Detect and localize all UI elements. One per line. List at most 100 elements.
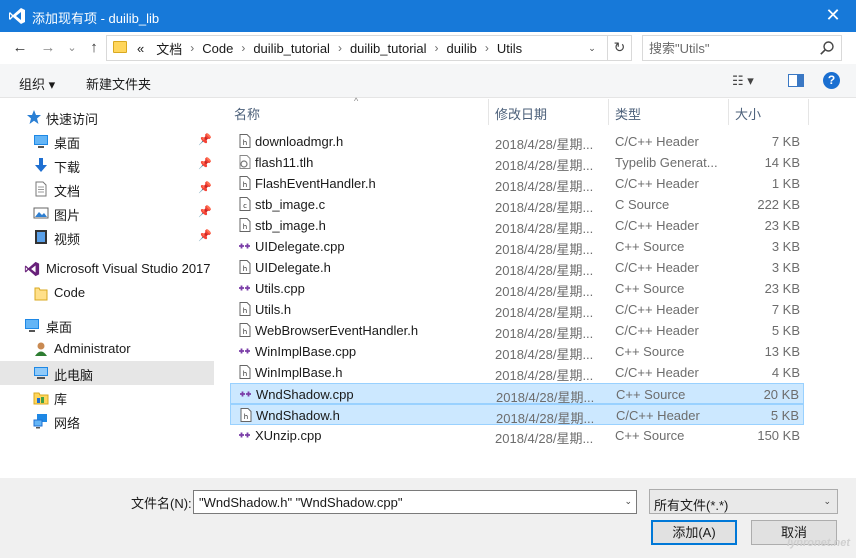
back-arrow-icon[interactable]: ← bbox=[10, 38, 30, 58]
file-row[interactable]: c stb_image.c 2018/4/28/星期... C Source 222 K… bbox=[230, 194, 804, 215]
file-row[interactable]: h FlashEventHandler.h 2018/4/28/星期... C/C++… bbox=[230, 173, 804, 194]
chevron-right-icon[interactable]: › bbox=[483, 41, 491, 55]
pin-icon[interactable]: 📌 bbox=[198, 157, 212, 170]
file-row[interactable]: WinImplBase.cpp 2018/4/28/星期... C++ Source… bbox=[230, 341, 804, 362]
breadcrumb-item[interactable]: duilib_tutorial bbox=[247, 41, 336, 56]
cpp-source-file-icon bbox=[238, 344, 252, 358]
organize-button[interactable]: 组织 ▾ bbox=[19, 74, 55, 93]
visual-studio-icon bbox=[24, 261, 40, 277]
column-divider[interactable] bbox=[808, 99, 809, 125]
file-date: 2018/4/28/星期... bbox=[495, 179, 594, 194]
file-type: Typelib Generat... bbox=[615, 155, 718, 170]
file-date: 2018/4/28/星期... bbox=[495, 263, 594, 278]
svg-text:c: c bbox=[243, 202, 247, 210]
video-icon bbox=[35, 230, 47, 244]
pin-icon[interactable]: 📌 bbox=[198, 133, 212, 146]
column-label: 类型 bbox=[615, 107, 642, 122]
sidebar-item-videos[interactable]: 视频 📌 bbox=[0, 225, 214, 249]
breadcrumb-item[interactable]: duilib_tutorial bbox=[344, 41, 433, 56]
sidebar-item-pictures[interactable]: 图片 📌 bbox=[0, 201, 214, 225]
file-row[interactable]: flash11.tlh 2018/4/28/星期... Typelib Genera… bbox=[230, 152, 804, 173]
header-file-icon: h bbox=[238, 365, 252, 379]
file-type: C++ Source bbox=[615, 428, 685, 443]
file-type: C/C++ Header bbox=[615, 260, 699, 275]
chevron-down-icon[interactable]: ⌄ bbox=[583, 36, 601, 60]
add-button[interactable]: 添加(A) bbox=[651, 520, 737, 545]
chevron-right-icon[interactable]: › bbox=[188, 41, 196, 55]
file-row[interactable]: WndShadow.cpp 2018/4/28/星期... C++ Source 20… bbox=[230, 383, 804, 405]
sidebar-item-desktop-root[interactable]: 桌面 bbox=[0, 313, 214, 337]
sidebar-item-desktop[interactable]: 桌面 📌 bbox=[0, 129, 214, 153]
sidebar-item-label: Code bbox=[54, 285, 86, 300]
close-button[interactable]: ✕ bbox=[810, 0, 856, 32]
sidebar-item-downloads[interactable]: 下载 📌 bbox=[0, 153, 214, 177]
file-size: 3 KB bbox=[771, 239, 800, 254]
sidebar-item-label: 快速访问 bbox=[46, 112, 99, 127]
forward-arrow-icon[interactable]: → bbox=[38, 38, 58, 58]
header-file-icon: h bbox=[238, 218, 252, 232]
refresh-icon[interactable]: ↻ bbox=[607, 36, 631, 60]
file-name: Utils.h bbox=[255, 302, 292, 317]
sidebar-item-quick-access[interactable]: 快速访问 bbox=[0, 105, 214, 129]
file-row[interactable]: h stb_image.h 2018/4/28/星期... C/C++ Header 2… bbox=[230, 215, 804, 236]
pin-icon[interactable]: 📌 bbox=[198, 205, 212, 218]
network-icon bbox=[33, 414, 47, 429]
file-type: C/C++ Header bbox=[616, 408, 700, 423]
chevron-right-icon[interactable]: › bbox=[239, 41, 247, 55]
svg-text:h: h bbox=[243, 181, 247, 189]
up-arrow-icon[interactable]: ↑ bbox=[84, 38, 104, 58]
sidebar-item-visual-studio[interactable]: Microsoft Visual Studio 2017 bbox=[0, 257, 214, 281]
sidebar-item-label: 图片 bbox=[54, 208, 81, 223]
command-toolbar: 组织 ▾ 新建文件夹 ☷ ▾ ? bbox=[0, 64, 856, 98]
column-header-name[interactable]: 名称 bbox=[222, 99, 488, 125]
file-row[interactable]: h WinImplBase.h 2018/4/28/星期... C/C++ Heade… bbox=[230, 362, 804, 383]
file-type: C/C++ Header bbox=[615, 134, 699, 149]
file-type-select[interactable]: 所有文件(*.*) ⌄ bbox=[649, 489, 838, 514]
breadcrumb-item[interactable]: Code bbox=[196, 41, 239, 56]
preview-pane-icon[interactable] bbox=[788, 74, 804, 87]
new-folder-button[interactable]: 新建文件夹 bbox=[86, 74, 151, 93]
file-row[interactable]: h WndShadow.h 2018/4/28/星期... C/C++ Header 5… bbox=[230, 404, 804, 426]
column-header-date[interactable]: 修改日期 bbox=[489, 99, 608, 125]
sidebar-item-administrator[interactable]: Administrator bbox=[0, 337, 214, 361]
pin-icon[interactable]: 📌 bbox=[198, 181, 212, 194]
svg-text:h: h bbox=[243, 223, 247, 231]
file-row[interactable]: h downloadmgr.h 2018/4/28/星期... C/C++ Heade… bbox=[230, 131, 804, 152]
sidebar-item-network[interactable]: 网络 bbox=[0, 409, 214, 433]
header-file-icon: h bbox=[238, 176, 252, 190]
view-options-button[interactable]: ☷ ▾ bbox=[732, 73, 754, 89]
filename-input[interactable]: "WndShadow.h" "WndShadow.cpp" ⌄ bbox=[193, 490, 637, 514]
breadcrumb-item[interactable]: duilib bbox=[441, 41, 483, 56]
breadcrumb-overflow[interactable]: « bbox=[131, 41, 150, 56]
breadcrumb-item[interactable]: Utils bbox=[491, 41, 528, 56]
sidebar-item-code[interactable]: Code bbox=[0, 281, 214, 305]
svg-text:h: h bbox=[243, 328, 247, 336]
column-label: 名称 bbox=[234, 107, 261, 122]
address-bar[interactable]: « 文档 › Code › duilib_tutorial › duilib_t… bbox=[106, 35, 632, 61]
chevron-right-icon[interactable]: › bbox=[336, 41, 344, 55]
chevron-down-icon[interactable]: ⌄ bbox=[823, 496, 831, 507]
recent-locations-icon[interactable]: ⌄ bbox=[62, 38, 82, 58]
help-icon[interactable]: ? bbox=[823, 72, 840, 89]
pin-icon[interactable]: 📌 bbox=[198, 229, 212, 242]
sidebar-item-this-pc[interactable]: 此电脑 bbox=[0, 361, 214, 385]
file-row[interactable]: XUnzip.cpp 2018/4/28/星期... C++ Source 150 K… bbox=[230, 425, 804, 446]
column-header-type[interactable]: 类型 bbox=[609, 99, 728, 125]
file-row[interactable]: h UIDelegate.h 2018/4/28/星期... C/C++ Header… bbox=[230, 257, 804, 278]
sidebar-item-library[interactable]: 库 bbox=[0, 385, 214, 409]
file-row[interactable]: Utils.cpp 2018/4/28/星期... C++ Source 23 KB bbox=[230, 278, 804, 299]
chevron-down-icon[interactable]: ⌄ bbox=[624, 496, 632, 507]
file-row[interactable]: h Utils.h 2018/4/28/星期... C/C++ Header 7 KB bbox=[230, 299, 804, 320]
search-icon[interactable] bbox=[819, 40, 835, 56]
column-header-size[interactable]: 大小 bbox=[729, 99, 809, 125]
svg-text:h: h bbox=[244, 413, 248, 421]
file-row[interactable]: UIDelegate.cpp 2018/4/28/星期... C++ Source 3… bbox=[230, 236, 804, 257]
sidebar-item-label: 网络 bbox=[54, 416, 81, 431]
chevron-right-icon[interactable]: › bbox=[433, 41, 441, 55]
search-input[interactable] bbox=[649, 39, 817, 57]
breadcrumb-item[interactable]: 文档 bbox=[150, 39, 188, 58]
search-box[interactable] bbox=[642, 35, 842, 61]
sidebar-item-documents[interactable]: 文档 📌 bbox=[0, 177, 214, 201]
file-row[interactable]: h WebBrowserEventHandler.h 2018/4/28/星期...… bbox=[230, 320, 804, 341]
sidebar-item-label: 视频 bbox=[54, 232, 81, 247]
